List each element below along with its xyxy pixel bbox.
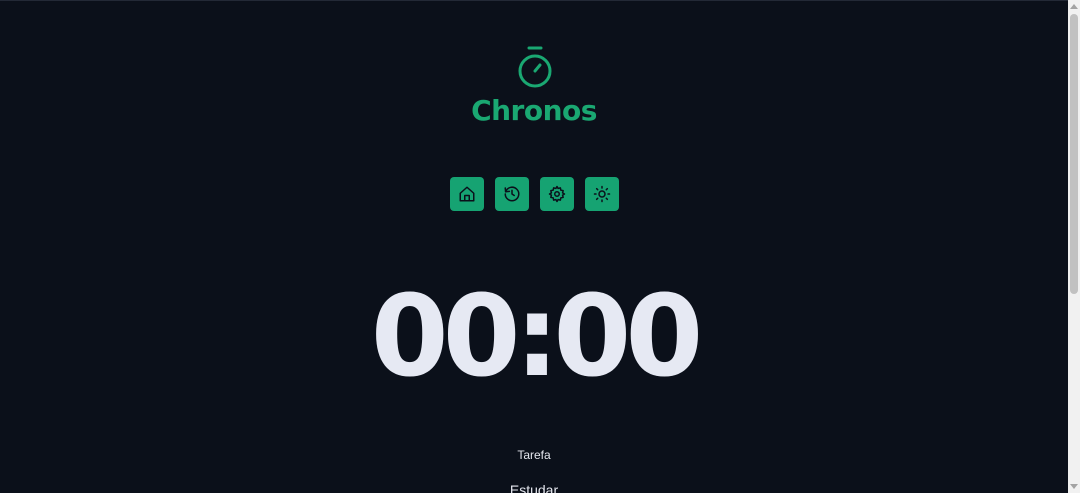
app-page: Chronos 00:00 Tarefa Estudar (0, 0, 1080, 493)
home-button[interactable] (450, 177, 484, 211)
scroll-down-arrow-icon[interactable] (1070, 484, 1078, 489)
settings-button[interactable] (540, 177, 574, 211)
history-button[interactable] (495, 177, 529, 211)
theme-toggle-button[interactable] (585, 177, 619, 211)
home-icon (459, 186, 475, 202)
task-label: Tarefa (517, 448, 551, 462)
stopwatch-icon (515, 45, 555, 89)
nav-bar (450, 177, 619, 211)
scroll-thumb[interactable] (1070, 14, 1078, 294)
sun-icon (593, 185, 611, 203)
history-icon (504, 186, 520, 202)
gear-icon (548, 185, 566, 203)
scroll-up-arrow-icon[interactable] (1070, 4, 1078, 9)
timer-display: 00:00 (370, 272, 704, 402)
task-value[interactable]: Estudar (0, 482, 1068, 493)
vertical-scrollbar[interactable] (1068, 0, 1080, 493)
app-title: Chronos (471, 94, 597, 127)
top-divider (0, 0, 1068, 1)
